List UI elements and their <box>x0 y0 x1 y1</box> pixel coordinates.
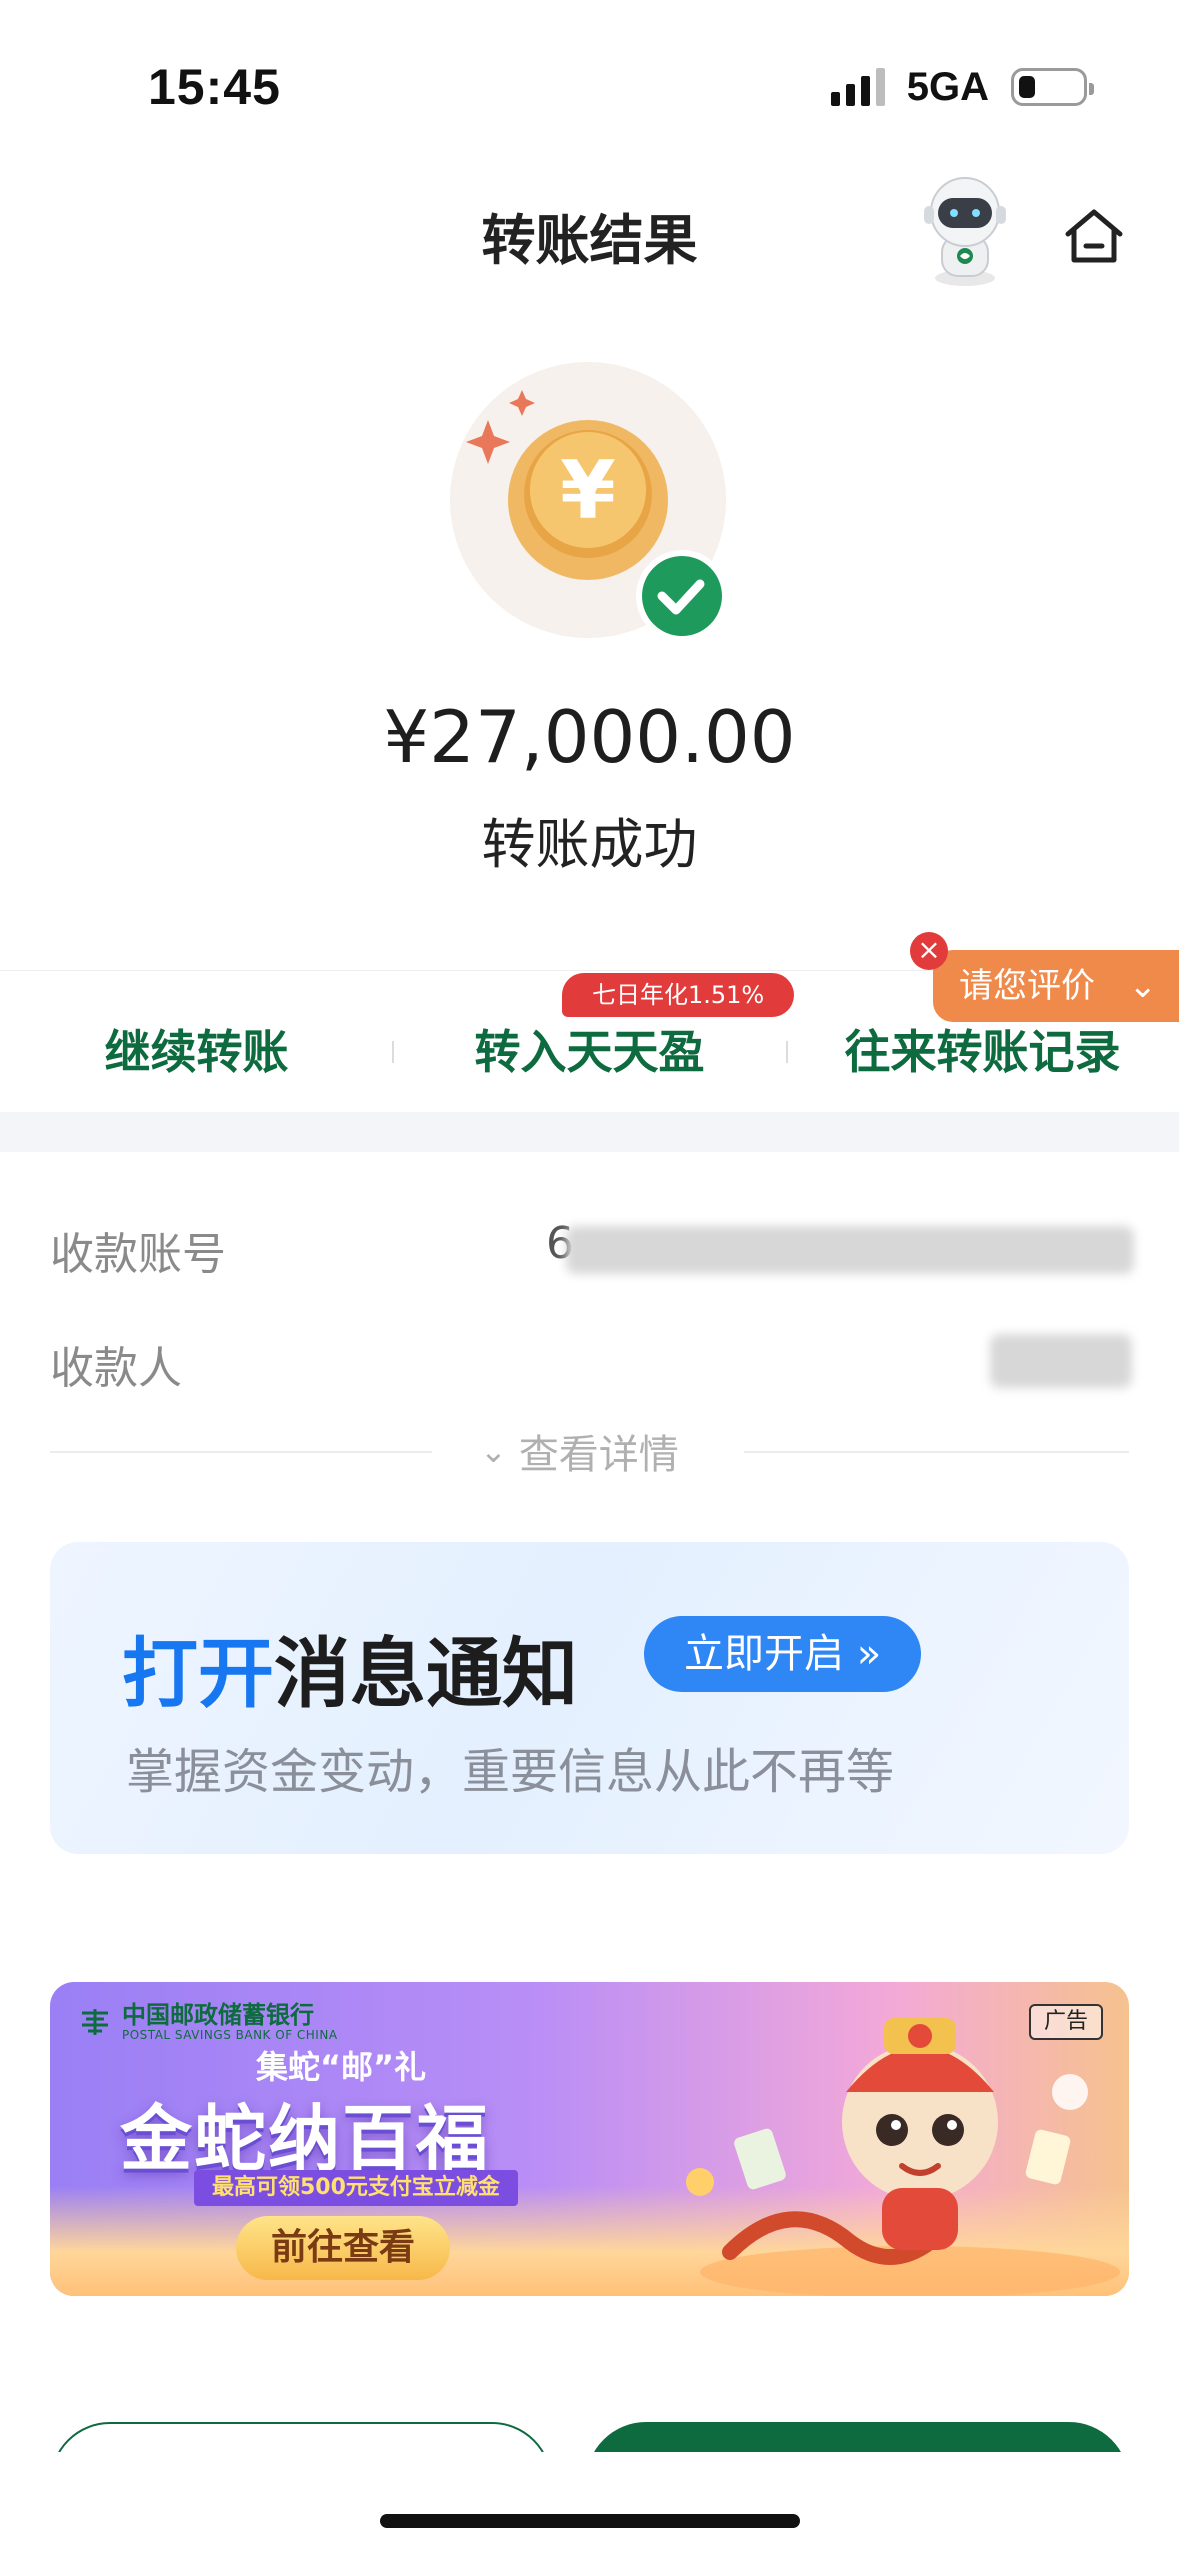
bank-name-cn: 中国邮政储蓄银行 <box>122 2001 314 2029</box>
status-time: 15:45 <box>148 59 281 115</box>
close-icon[interactable]: × <box>910 932 948 970</box>
home-indicator[interactable] <box>380 2514 800 2528</box>
rate-us-label: 请您评价 <box>959 966 1095 1006</box>
ad-cta-button[interactable]: 前往查看 <box>236 2216 450 2280</box>
transfer-in-button[interactable]: 转入天天盈 <box>393 1016 786 1082</box>
payee-name-redacted <box>990 1334 1132 1388</box>
account-label: 收款账号 <box>50 1229 226 1280</box>
yield-badge: 七日年化1.51% <box>562 973 795 1017</box>
transfer-status: 转账成功 <box>481 813 698 876</box>
home-icon[interactable] <box>1058 200 1130 272</box>
coin-success-icon: ¥ <box>450 362 728 642</box>
details-divider <box>744 1451 1129 1453</box>
bottom-safe-area <box>0 2452 1179 2556</box>
lion-dance-snake-illustration <box>686 2018 1120 2296</box>
account-number-redacted <box>566 1226 1134 1274</box>
notification-subtitle: 掌握资金变动，重要信息从此不再等 <box>126 1744 895 1800</box>
notification-card[interactable]: 打开消息通知 立即开启 » 掌握资金变动，重要信息从此不再等 <box>50 1542 1129 1854</box>
payee-label: 收款人 <box>50 1343 182 1394</box>
enable-notifications-button[interactable]: 立即开启 » <box>644 1616 922 1692</box>
view-details-label: 查看详情 <box>518 1432 679 1478</box>
ad-banner[interactable]: 中国邮政储蓄银行 POSTAL SAVINGS BANK OF CHINA 广告… <box>50 1982 1129 2296</box>
status-indicators: 5GA <box>830 62 1094 112</box>
notification-title-rest: 消息通知 <box>274 1629 578 1718</box>
notification-title: 打开消息通知 <box>122 1612 578 1722</box>
signal-icon <box>830 68 885 106</box>
ad-offer: 最高可领500元支付宝立减金 <box>194 2170 518 2206</box>
transfer-history-button[interactable]: 往来转账记录 <box>786 1016 1179 1082</box>
view-details-link[interactable]: ⌄ 查看详情 <box>480 1422 679 1480</box>
astronaut-mascot-icon[interactable] <box>910 170 1020 290</box>
rate-us-tab[interactable]: 请您评价 ⌄ <box>933 950 1179 1022</box>
bank-logo: 中国邮政储蓄银行 POSTAL SAVINGS BANK OF CHINA <box>78 2002 338 2042</box>
continue-transfer-button[interactable]: 继续转账 <box>0 1016 393 1082</box>
svg-text:¥: ¥ <box>560 444 616 537</box>
bank-name-en: POSTAL SAVINGS BANK OF CHINA <box>122 2028 338 2042</box>
transfer-amount: ¥27,000.00 <box>383 695 796 779</box>
chevron-down-double-icon: ⌄ <box>1128 966 1158 1006</box>
psbc-logo-icon <box>82 2009 108 2035</box>
notification-title-highlight: 打开 <box>122 1629 274 1718</box>
section-separator <box>0 1112 1179 1152</box>
battery-icon <box>1011 68 1094 106</box>
network-type: 5GA <box>906 64 989 109</box>
details-divider <box>50 1451 432 1453</box>
chevron-down-icon: ⌄ <box>480 1432 507 1470</box>
